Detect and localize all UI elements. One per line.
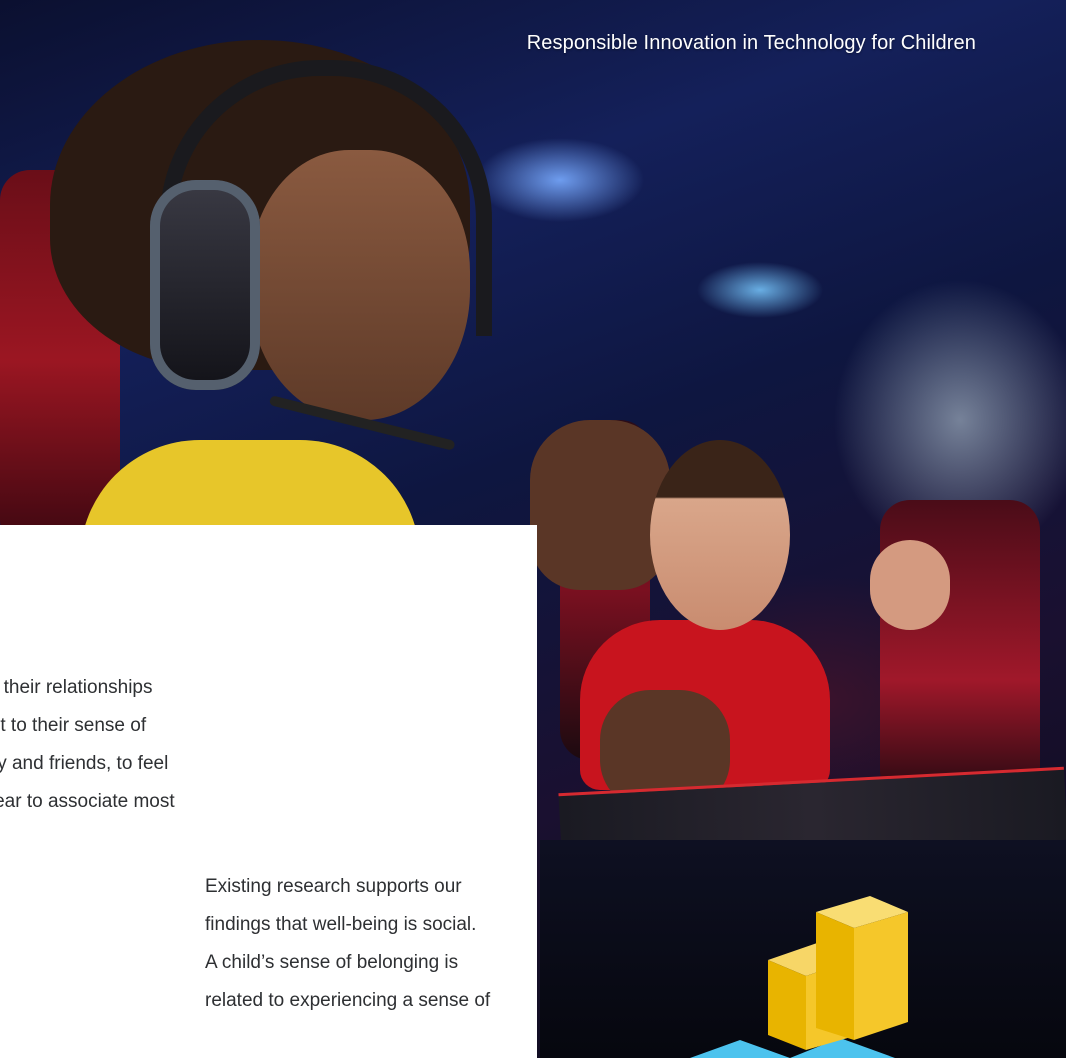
quote-line: findings that well-being is social. <box>205 914 477 935</box>
headset-earcup <box>150 180 260 390</box>
text-panel: al nnections and their relationships mos… <box>0 525 537 1058</box>
boy-head <box>650 440 790 630</box>
blue-block-left <box>690 1040 790 1058</box>
quote-line: Existing research supports our <box>205 876 462 897</box>
quote-line: related to experiencing a sense of <box>205 990 491 1011</box>
yellow-block-tall-side <box>854 912 908 1040</box>
intro-line: most important to their sense of <box>0 715 147 736</box>
intro-line: s, to see family and friends, to feel <box>0 753 169 774</box>
quote-line: A child’s sense of belonging is <box>205 952 459 973</box>
intro-line: nnections and their relationships <box>0 677 153 698</box>
document-header-title: Responsible Innovation in Technology for… <box>526 32 976 54</box>
intro-line: t children appear to associate most <box>0 791 175 812</box>
decorative-blocks-graphic <box>690 896 908 1058</box>
boy-fist <box>870 540 950 630</box>
raised-fist <box>530 420 670 590</box>
yellow-block-tall-front <box>816 912 854 1040</box>
